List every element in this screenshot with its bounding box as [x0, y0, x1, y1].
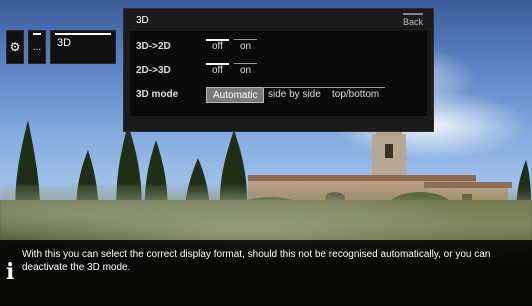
option-off[interactable]: off [206, 63, 229, 79]
row-2d-to-3d: 2D->3D off on [136, 61, 421, 81]
option-on[interactable]: on [234, 39, 258, 55]
back-button[interactable]: Back [402, 13, 423, 27]
3d-tile[interactable]: 3D [50, 30, 116, 64]
tile-indicator [55, 33, 111, 35]
panel-body: 3D->2D off on 2D->3D off on 3D mode Auto… [130, 31, 427, 116]
option-side-by-side[interactable]: side by side [262, 87, 327, 103]
row-label: 3D mode [136, 89, 179, 100]
row-3d-mode: 3D mode Automatic side by side top/botto… [136, 85, 421, 105]
info-text: With this you can select the correct dis… [22, 249, 491, 273]
row-3d-to-2d: 3D->2D off on [136, 37, 421, 57]
row-label: 2D->3D [136, 65, 171, 76]
panel-title: 3D [136, 15, 149, 26]
settings-tile[interactable]: ⚙ [6, 30, 24, 64]
gear-icon: ⚙ [9, 40, 21, 54]
tile-indicator [33, 33, 41, 35]
info-bar: i With this you can select the correct d… [0, 240, 532, 306]
more-tile[interactable]: ... [28, 30, 46, 64]
panel-header: 3D Back [132, 13, 425, 29]
more-label: ... [32, 41, 42, 53]
info-icon: i [6, 259, 15, 285]
option-automatic[interactable]: Automatic [206, 87, 265, 103]
left-menu: ⚙ ... 3D [6, 30, 116, 64]
3d-settings-panel: 3D Back 3D->2D off on 2D->3D off on 3D m… [123, 8, 434, 132]
row-label: 3D->2D [136, 41, 171, 52]
option-off[interactable]: off [206, 39, 229, 55]
option-on[interactable]: on [234, 63, 258, 79]
option-top-bottom[interactable]: top/bottom [326, 87, 386, 103]
3d-tile-label: 3D [57, 37, 72, 49]
